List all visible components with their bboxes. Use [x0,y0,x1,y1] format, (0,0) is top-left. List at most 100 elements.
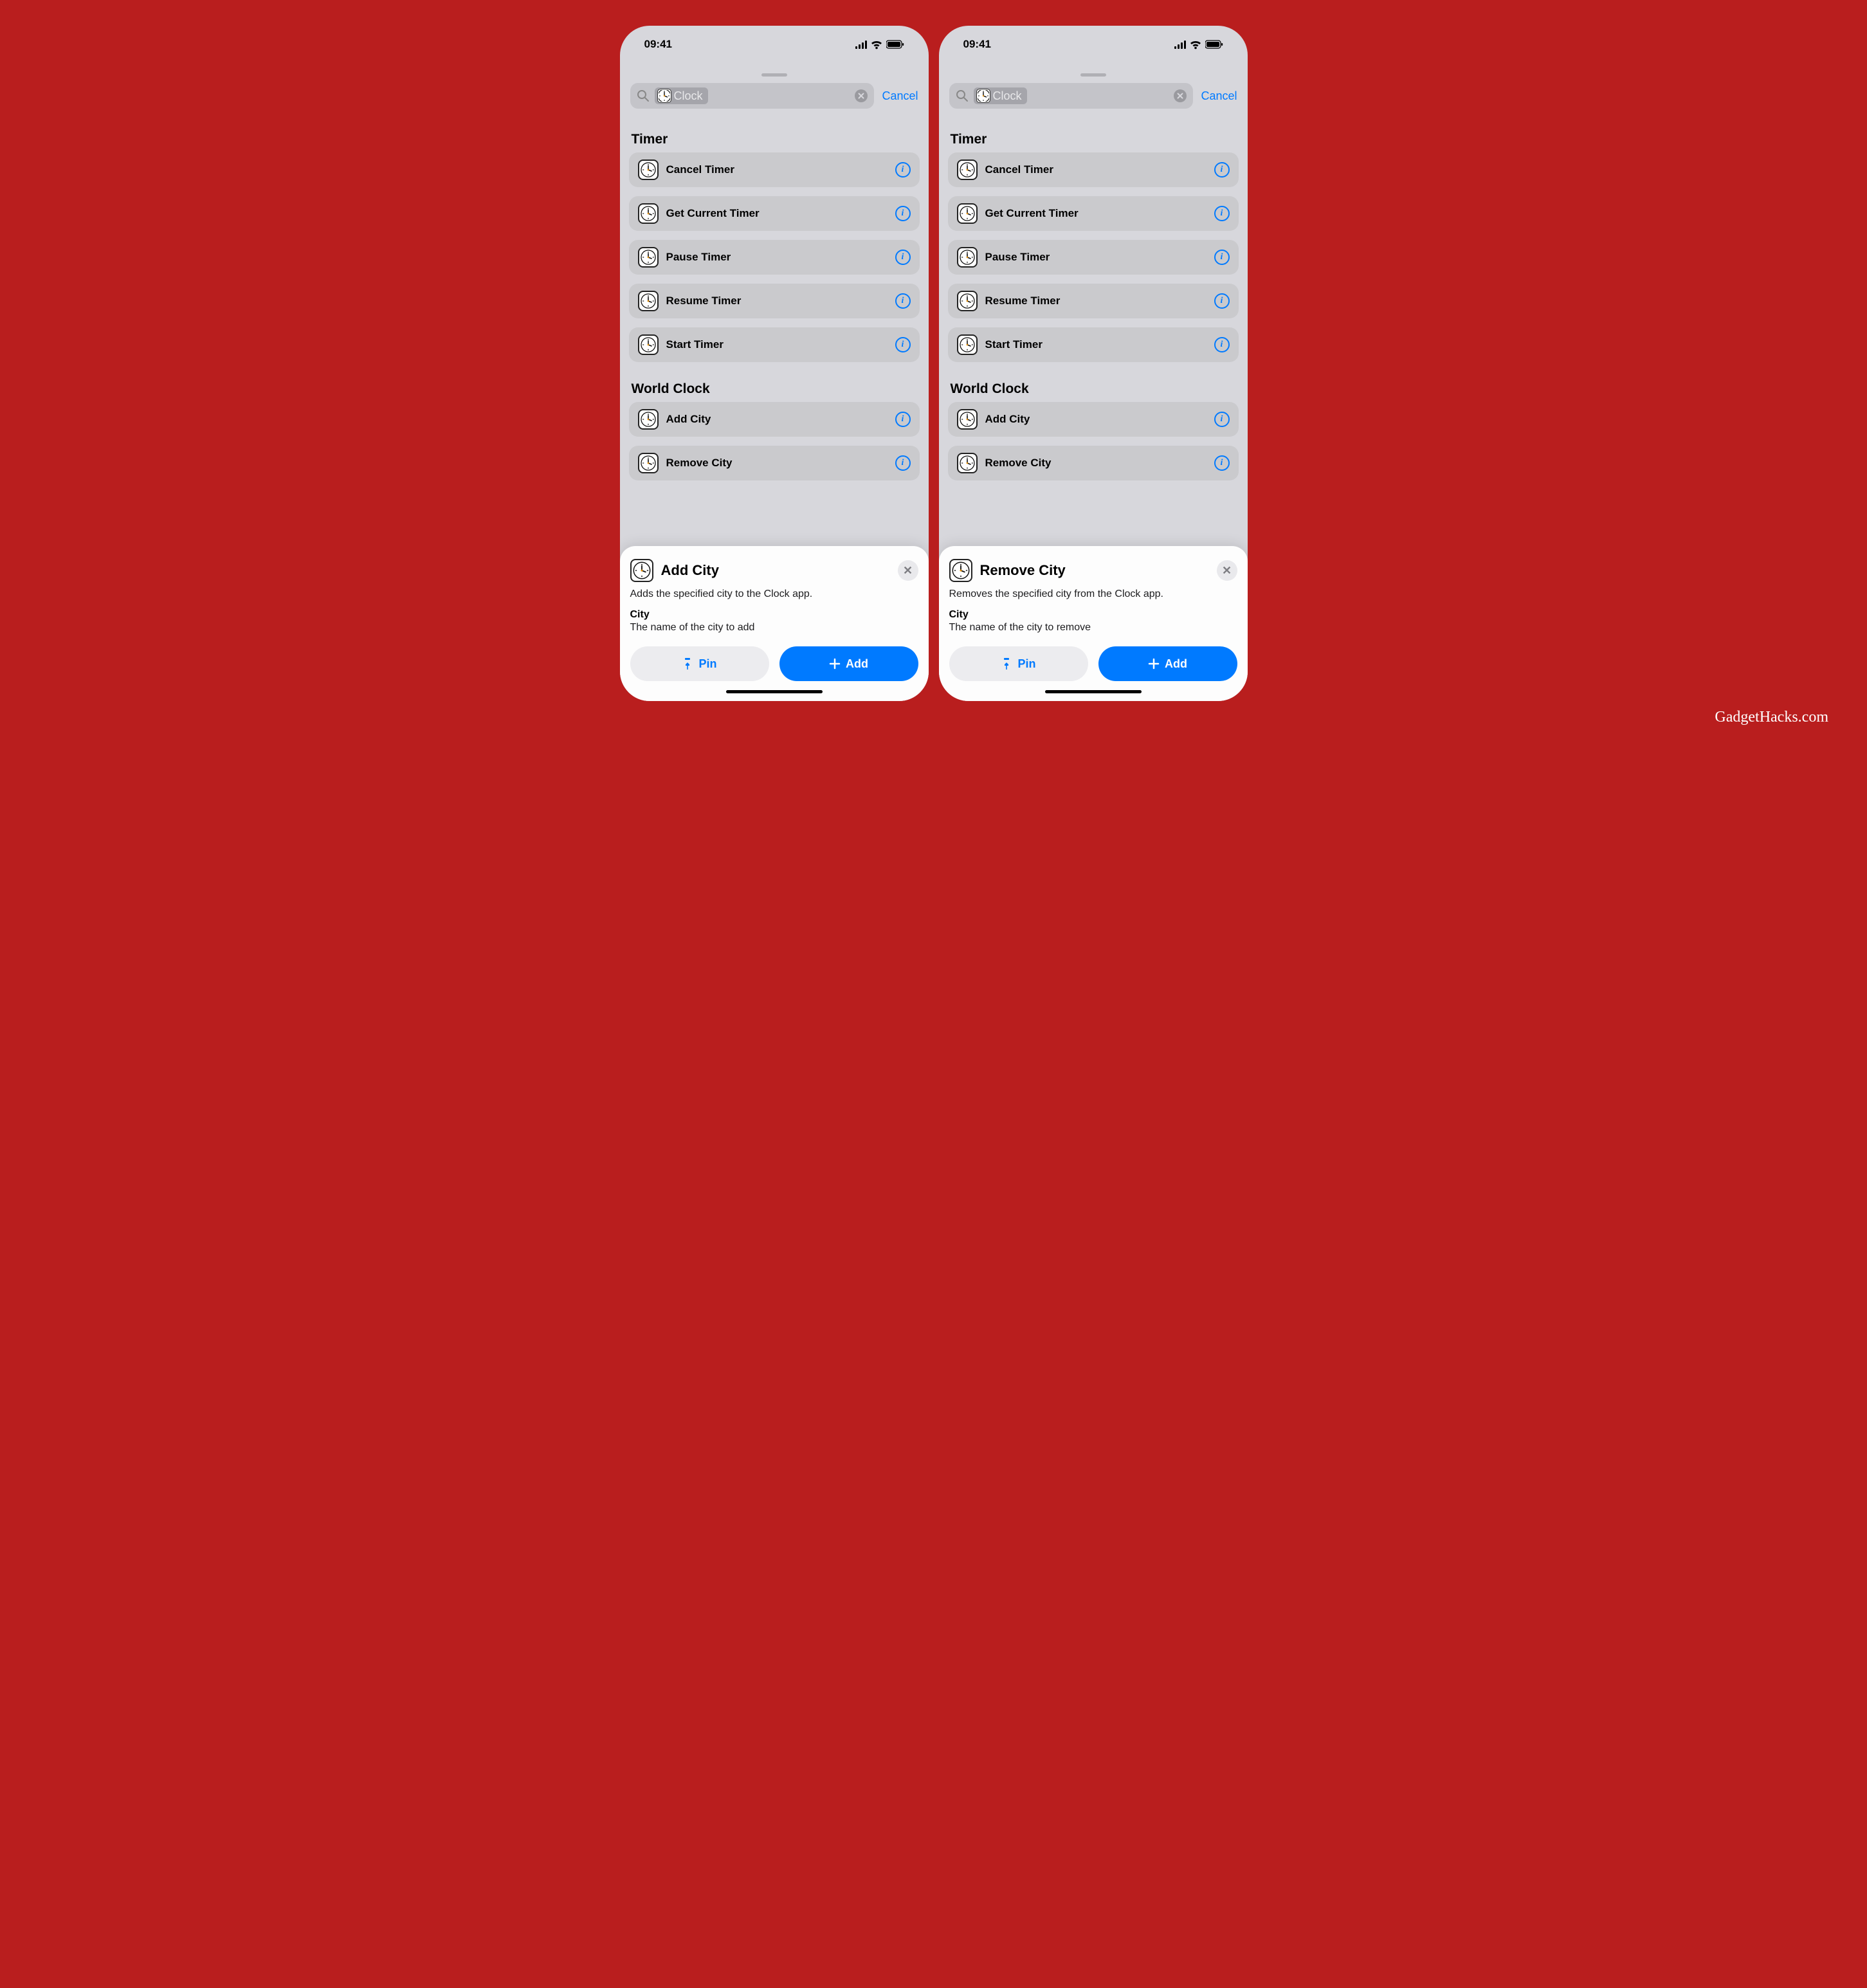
section-header-world-clock: World Clock [629,371,920,402]
info-icon[interactable]: i [1214,412,1230,427]
status-time: 09:41 [963,38,991,51]
action-pause-timer[interactable]: Pause Timer i [948,240,1239,275]
action-cancel-timer[interactable]: Cancel Timer i [629,152,920,187]
close-button[interactable]: ✕ [898,560,918,581]
clock-app-icon [638,453,659,473]
sheet-grabber[interactable] [1080,73,1106,77]
detail-description: Removes the specified city from the Cloc… [949,588,1237,600]
action-pause-timer[interactable]: Pause Timer i [629,240,920,275]
clear-search-button[interactable] [855,89,868,102]
plus-icon [1148,658,1160,670]
action-label: Pause Timer [666,251,888,264]
battery-icon [1205,40,1223,49]
pin-button[interactable]: Pin [949,646,1088,681]
action-add-city[interactable]: Add City i [948,402,1239,437]
info-icon[interactable]: i [1214,162,1230,178]
cancel-search-button[interactable]: Cancel [882,89,918,103]
action-start-timer[interactable]: Start Timer i [629,327,920,362]
info-icon[interactable]: i [1214,293,1230,309]
detail-header: Add City ✕ [630,559,918,582]
detail-button-row: Pin Add [949,646,1237,681]
action-cancel-timer[interactable]: Cancel Timer i [948,152,1239,187]
detail-description: Adds the specified city to the Clock app… [630,588,918,600]
action-resume-timer[interactable]: Resume Timer i [629,284,920,318]
info-icon[interactable]: i [895,337,911,352]
pin-button-label: Pin [1017,657,1035,671]
param-label: City [630,609,918,621]
action-label: Remove City [666,457,888,470]
action-label: Add City [666,413,888,426]
detail-title: Add City [661,562,890,579]
search-token-label: Clock [993,89,1022,103]
clock-app-icon [957,291,978,311]
action-resume-timer[interactable]: Resume Timer i [948,284,1239,318]
home-indicator[interactable] [726,690,823,693]
close-icon: ✕ [1222,564,1232,578]
search-token[interactable]: Clock [655,87,708,104]
info-icon[interactable]: i [1214,206,1230,221]
clock-app-icon [976,89,990,103]
clock-app-icon [638,203,659,224]
add-button[interactable]: Add [779,646,918,681]
action-label: Get Current Timer [985,207,1207,220]
section-header-world-clock: World Clock [948,371,1239,402]
home-indicator[interactable] [1045,690,1142,693]
watermark: GadgetHacks.com [1715,709,1867,726]
close-button[interactable]: ✕ [1217,560,1237,581]
cancel-search-button[interactable]: Cancel [1201,89,1237,103]
status-icons [1174,40,1223,50]
plus-icon [829,658,841,670]
status-bar: 09:41 [620,26,929,63]
section-header-timer: Timer [948,122,1239,152]
action-label: Start Timer [985,338,1207,351]
action-label: Start Timer [666,338,888,351]
action-start-timer[interactable]: Start Timer i [948,327,1239,362]
info-icon[interactable]: i [1214,250,1230,265]
pin-button[interactable]: Pin [630,646,769,681]
param-description: The name of the city to add [630,622,918,634]
action-label: Cancel Timer [666,163,888,176]
clock-app-icon [957,247,978,268]
search-row: Clock Cancel [939,80,1248,118]
info-icon[interactable]: i [895,293,911,309]
search-field[interactable]: Clock [630,83,875,109]
status-time: 09:41 [644,38,672,51]
phones-row: 09:41 Clock Cancel [620,26,1248,701]
action-remove-city[interactable]: Remove City i [629,446,920,480]
info-icon[interactable]: i [895,206,911,221]
phone-right: 09:41 Clock Cancel [939,26,1248,701]
action-label: Get Current Timer [666,207,888,220]
signal-icon [1174,40,1186,49]
close-icon: ✕ [903,564,913,578]
action-get-current-timer[interactable]: Get Current Timer i [629,196,920,231]
action-add-city[interactable]: Add City i [629,402,920,437]
param-label: City [949,609,1237,621]
action-label: Resume Timer [666,295,888,307]
clock-app-icon [957,334,978,355]
clear-search-button[interactable] [1174,89,1187,102]
clock-app-icon [957,409,978,430]
clock-app-icon [957,203,978,224]
phone-left: 09:41 Clock Cancel [620,26,929,701]
add-button[interactable]: Add [1098,646,1237,681]
search-token-label: Clock [674,89,703,103]
search-token[interactable]: Clock [974,87,1027,104]
wifi-icon [1190,40,1201,50]
search-row: Clock Cancel [620,80,929,118]
action-remove-city[interactable]: Remove City i [948,446,1239,480]
info-icon[interactable]: i [1214,455,1230,471]
info-icon[interactable]: i [895,412,911,427]
search-field[interactable]: Clock [949,83,1194,109]
sheet-grabber[interactable] [761,73,787,77]
info-icon[interactable]: i [895,250,911,265]
action-get-current-timer[interactable]: Get Current Timer i [948,196,1239,231]
pin-icon [1001,658,1012,670]
add-button-label: Add [1165,657,1187,671]
info-icon[interactable]: i [1214,337,1230,352]
info-icon[interactable]: i [895,162,911,178]
battery-icon [886,40,904,49]
clock-app-icon [638,409,659,430]
info-icon[interactable]: i [895,455,911,471]
detail-title: Remove City [980,562,1209,579]
clock-app-icon [957,453,978,473]
